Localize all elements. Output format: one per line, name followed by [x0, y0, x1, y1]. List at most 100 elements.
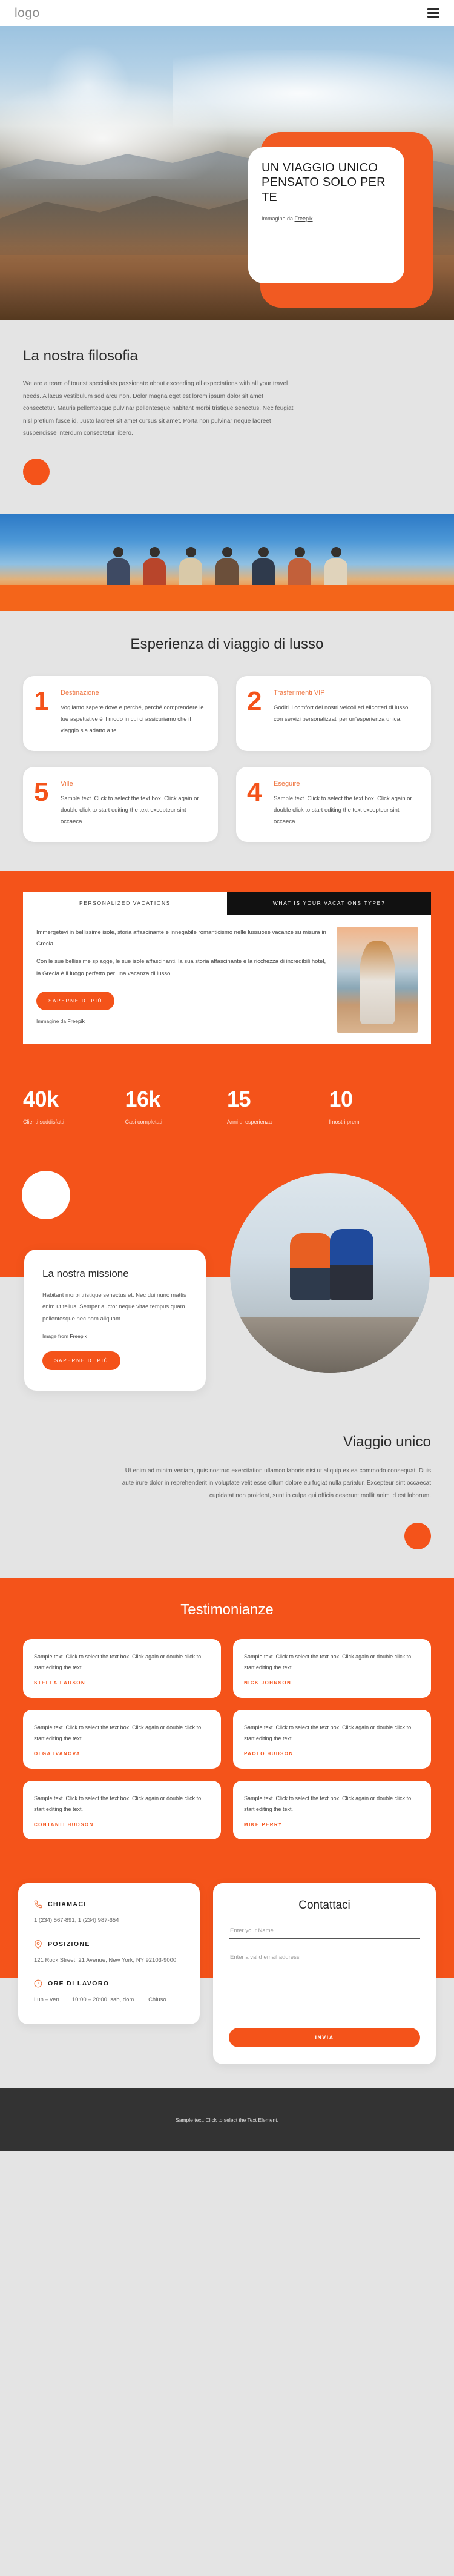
experience-card-text: Goditi il comfort dei nostri veicoli ed … [274, 704, 409, 723]
testimonial-card: Sample text. Click to select the text bo… [23, 1639, 221, 1698]
experience-card[interactable]: 4 Eseguire Sample text. Click to select … [236, 766, 431, 842]
testimonials-title: Testimonianze [180, 1601, 274, 1618]
tab-image-credit: Immagine da Freepik [36, 1018, 326, 1024]
mission-card: La nostra missione Habitant morbi tristi… [24, 1249, 206, 1391]
testimonial-author: STELLA LARSON [34, 1680, 86, 1686]
tabs-panel: PERSONALIZED VACATIONS WHAT IS YOUR VACA… [23, 891, 431, 1044]
unique-trip-section: Viaggio unico Ut enim ad minim veniam, q… [0, 1406, 454, 1578]
tab-photo [337, 926, 418, 1033]
stat-label: Clienti soddisfatti [23, 1118, 65, 1125]
testimonial-text: Sample text. Click to select the text bo… [244, 1724, 412, 1741]
mission-credit-link[interactable]: Freepik [70, 1333, 87, 1339]
philosophy-circle-button[interactable] [23, 458, 50, 485]
experience-card[interactable]: 2 Trasferimenti VIP Goditi il comfort de… [236, 675, 431, 751]
contact-form-card: Contattaci INVIA [213, 1883, 436, 2064]
send-button[interactable]: INVIA [229, 2028, 420, 2047]
testimonial-card: Sample text. Click to select the text bo… [233, 1781, 431, 1839]
burger-line [427, 8, 439, 10]
band-people-group [0, 534, 454, 592]
mission-photo-circle [230, 1173, 430, 1373]
mission-title: La nostra missione [42, 1267, 129, 1279]
contact-inner: CHIAMACI 1 (234) 567-891, 1 (234) 987-65… [0, 1867, 454, 2064]
philosophy-title: La nostra filosofia [23, 348, 139, 364]
contact-info-value: Lun – ven ...... 10:00 – 20:00, sab, dom… [34, 1996, 166, 2004]
hero-section: UN VIAGGIO UNICO PENSATO SOLO PER TE Imm… [0, 26, 454, 320]
experience-card-title: Destinazione [61, 689, 99, 697]
hero-title-card: UN VIAGGIO UNICO PENSATO SOLO PER TE Imm… [248, 147, 404, 283]
contact-info-card: CHIAMACI 1 (234) 567-891, 1 (234) 987-65… [18, 1883, 200, 2024]
site-header: logo [0, 0, 454, 26]
tab-learn-more-button[interactable]: SAPERNE DI PIÙ [36, 992, 115, 1011]
contact-info-heading: POSIZIONE [34, 1939, 184, 1949]
contact-info-title: CHIAMACI [48, 1901, 87, 1908]
contact-info-title: ORE DI LAVORO [48, 1980, 110, 1988]
band-foreground [0, 584, 454, 611]
contact-section: CHIAMACI 1 (234) 567-891, 1 (234) 987-65… [0, 1867, 454, 2088]
experience-card-number: 5 [34, 776, 49, 807]
experience-card-title: Trasferimenti VIP [274, 689, 325, 697]
hero-title: UN VIAGGIO UNICO PENSATO SOLO PER TE [262, 161, 386, 204]
unique-trip-circle-button[interactable] [404, 1523, 431, 1549]
clock-24h-icon [34, 1979, 42, 1988]
testimonial-author: NICK JOHNSON [244, 1680, 292, 1686]
tab-personalized-vacations[interactable]: PERSONALIZED VACATIONS [23, 891, 227, 915]
tab-credit-prefix: Immagine da [36, 1018, 68, 1025]
message-textarea[interactable] [229, 1978, 420, 2011]
mission-image-credit: Image from Freepik [42, 1333, 188, 1339]
email-input[interactable] [229, 1952, 420, 1965]
mission-credit-prefix: Image from [42, 1333, 70, 1340]
mission-learn-more-button[interactable]: SAPERNE DI PIÙ [42, 1351, 121, 1371]
stat-item: 10 I nostri premi [329, 1088, 432, 1125]
mission-decorative-circle [22, 1170, 70, 1219]
tab-vacations-type[interactable]: WHAT IS YOUR VACATIONS TYPE? [227, 891, 431, 915]
tab-paragraph-2: Con le sue bellissime spiagge, le sue is… [36, 958, 326, 977]
name-input[interactable] [229, 1925, 420, 1939]
experience-card[interactable]: 1 Destinazione Vogliamo sapere dove e pe… [23, 675, 218, 751]
group-photo-band [0, 513, 454, 611]
contact-info-row-hours: ORE DI LAVORO Lun – ven ...... 10:00 – 2… [34, 1979, 184, 2006]
tab-credit-link[interactable]: Freepik [68, 1018, 85, 1024]
testimonial-author: CONTANTI HUDSON [34, 1822, 94, 1827]
contact-info-title: POSIZIONE [48, 1940, 90, 1948]
testimonial-card: Sample text. Click to select the text bo… [233, 1639, 431, 1698]
hero-credit-link[interactable]: Freepik [295, 216, 313, 222]
contact-info-value: 121 Rock Street, 21 Avenue, New York, NY… [34, 1956, 177, 1964]
tab-content-text: Immergetevi in bellissime isole, storia … [36, 927, 326, 1033]
experience-title: Esperienza di viaggio di lusso [130, 635, 324, 652]
stat-item: 16k Casi completati [125, 1088, 228, 1125]
experience-card-text: Sample text. Click to select the text bo… [61, 795, 199, 825]
stat-item: 40k Clienti soddisfatti [23, 1088, 125, 1125]
stat-label: Casi completati [125, 1118, 163, 1125]
stat-label: I nostri premi [329, 1118, 361, 1125]
contact-info-heading: ORE DI LAVORO [34, 1979, 184, 1988]
rock-foreground [230, 1317, 430, 1373]
unique-trip-title: Viaggio unico [343, 1433, 431, 1450]
hamburger-menu-icon[interactable] [427, 8, 439, 18]
burger-line [427, 16, 439, 18]
stats-section: 40k Clienti soddisfatti 16k Casi complet… [0, 1067, 454, 1153]
testimonial-text: Sample text. Click to select the text bo… [244, 1795, 412, 1812]
testimonial-author: MIKE PERRY [244, 1822, 283, 1827]
testimonial-text: Sample text. Click to select the text bo… [34, 1654, 202, 1670]
experience-section: Esperienza di viaggio di lusso 1 Destina… [0, 610, 454, 871]
burger-line [427, 12, 439, 14]
mission-section: La nostra missione Habitant morbi tristi… [0, 1152, 454, 1407]
testimonials-grid: Sample text. Click to select the text bo… [23, 1639, 431, 1839]
testimonial-author: OLGA IVANOVA [34, 1751, 81, 1757]
hero-sun-glow [45, 44, 130, 129]
hero-image-credit: Immagine da Freepik [262, 216, 391, 222]
stat-value: 40k [23, 1086, 59, 1111]
experience-card-text: Sample text. Click to select the text bo… [274, 795, 412, 825]
experience-card[interactable]: 5 Ville Sample text. Click to select the… [23, 766, 218, 842]
experience-card-grid: 1 Destinazione Vogliamo sapere dove e pe… [23, 675, 431, 842]
testimonial-text: Sample text. Click to select the text bo… [34, 1724, 202, 1741]
site-logo[interactable]: logo [15, 6, 40, 21]
hero-credit-prefix: Immagine da [262, 216, 295, 222]
testimonial-card: Sample text. Click to select the text bo… [23, 1710, 221, 1769]
contact-form-title: Contattaci [298, 1899, 350, 1912]
location-pin-icon [35, 1939, 42, 1949]
stat-value: 15 [227, 1086, 251, 1111]
testimonial-card: Sample text. Click to select the text bo… [233, 1710, 431, 1769]
message-field-wrapper [229, 1978, 420, 2015]
unique-trip-body: Ut enim ad minim veniam, quis nostrud ex… [122, 1467, 431, 1499]
